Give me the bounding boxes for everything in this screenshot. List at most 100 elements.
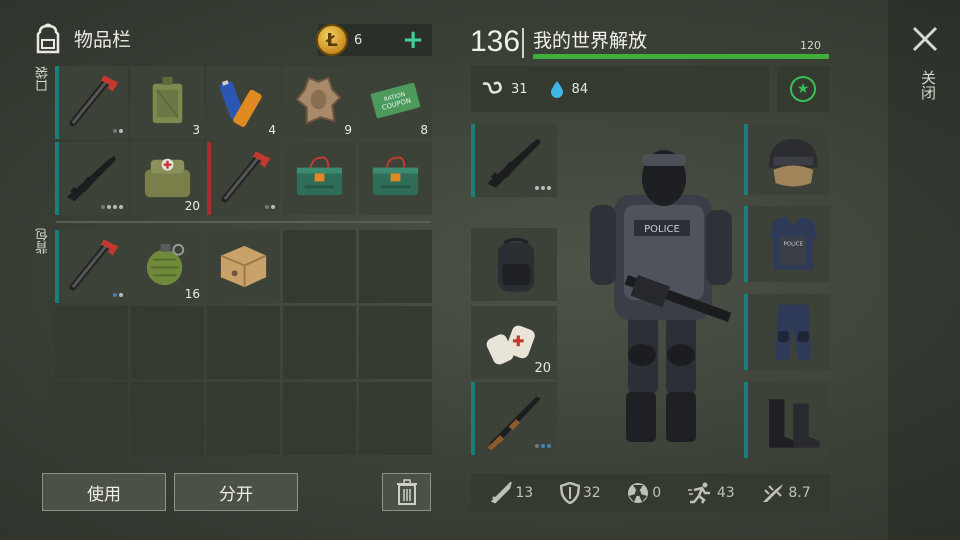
slot-marker [207,142,211,215]
slot-marker [471,382,475,455]
inventory-slot-empty[interactable] [359,230,432,303]
svg-text:POLICE: POLICE [783,241,803,247]
coin-balance: Ł 6 + [316,24,432,56]
durability-dots [535,444,551,448]
item-quantity: 20 [534,361,551,376]
inventory-slot-green-case[interactable] [359,142,432,215]
item-quantity: 16 [184,287,200,301]
stealth-icon [763,484,784,502]
coin-icon: Ł [316,24,348,56]
trash-button[interactable] [382,473,431,511]
favorite-button[interactable]: ★ [777,66,829,112]
inventory-slot-empty[interactable] [283,382,356,455]
item-quantity: 20 [184,199,200,213]
attack-value: 13 [515,485,534,501]
shotgun-icon [487,396,541,450]
backpack-icon [36,23,60,54]
green-case-icon [296,156,343,196]
level-separator [522,28,524,58]
slot-marker [55,66,59,139]
character-model: POLICE [590,150,732,442]
water-drop-icon [550,81,563,98]
sword-icon [491,482,513,504]
inventory-slot-empty[interactable] [131,306,204,379]
inventory-slot-rifle[interactable] [55,142,128,215]
slot-marker [471,124,475,197]
inventory-slot-empty[interactable] [207,306,280,379]
add-coins-button[interactable]: + [402,27,424,53]
durability-dots [535,186,551,190]
star-icon: ★ [790,76,816,102]
hunger-value: 31 [511,81,528,97]
close-label[interactable]: 关闭 [918,70,939,100]
inventory-slot-empty[interactable] [207,382,280,455]
inventory-slot-empty[interactable] [55,306,128,379]
inventory-slot-empty[interactable] [55,382,128,455]
radiation-stat: 0 [627,482,661,504]
crowbar-icon [69,75,119,127]
crowbar-icon [221,151,271,203]
player-name: 我的世界解放 [533,30,648,52]
weapon-slot-rifle[interactable] [471,124,557,197]
attack-stat: 13 [490,482,533,504]
running-icon [687,482,710,504]
inventory-slot-animal-hide[interactable]: 9 [283,66,356,139]
grenade-icon [146,243,185,286]
defense-stat: 32 [559,482,601,504]
fuel-can-icon [152,76,183,124]
cardboard-box-icon [220,245,267,288]
inventory-slot-ration-coupon[interactable]: RATION COUPON 8 [359,66,432,139]
svg-text:POLICE: POLICE [644,224,680,235]
slot-marker [55,230,59,303]
backpack-label: 背包 [36,228,51,254]
stealth-value: 8.7 [788,485,811,501]
defense-value: 32 [582,485,601,501]
durability-dots [113,293,123,297]
inventory-slot-empty[interactable] [283,306,356,379]
stealth-stat: 8.7 [761,482,811,504]
animal-hide-icon [295,76,342,125]
coin-count: 6 [354,32,363,48]
player-level: 136 [470,25,521,58]
item-quantity: 8 [420,123,428,137]
green-case-icon [372,156,419,196]
inventory-slot-grenade[interactable]: 16 [131,230,204,303]
ration-coupon-icon: RATIONCOUPON [370,82,421,119]
inventory-header: 物品栏 [30,18,131,58]
inventory-slot-empty[interactable] [283,230,356,303]
rifle-icon [487,138,541,188]
batteries-icon [219,80,262,127]
shield-icon [559,482,580,504]
inventory-slot-crowbar[interactable] [55,66,128,139]
inventory-slot-cardboard-box[interactable] [207,230,280,303]
weapon-slot-bandages[interactable]: 20 [471,306,557,379]
inventory-slot-empty[interactable] [131,382,204,455]
xp-value: 120 [800,39,821,52]
inventory-slot-empty[interactable] [359,306,432,379]
section-divider [56,221,431,223]
inventory-slot-fuel-can[interactable]: 3 [131,66,204,139]
split-button[interactable]: 分开 [174,473,298,511]
weapon-slot-backpack[interactable] [471,228,557,301]
stomach-icon [482,81,502,94]
item-quantity: 9 [344,123,352,137]
inventory-slot-green-case[interactable] [283,142,356,215]
inventory-slot-crowbar[interactable] [207,142,280,215]
item-quantity: 3 [192,123,200,137]
inventory-slot-medkit-bag[interactable]: 20 [131,142,204,215]
radiation-value: 0 [652,485,662,501]
slot-marker [55,142,59,215]
crowbar-icon [69,239,119,291]
inventory-title: 物品栏 [74,28,132,51]
use-button[interactable]: 使用 [42,473,166,511]
weapon-slot-shotgun[interactable] [471,382,557,455]
speed-value: 43 [716,485,735,501]
medkit-bag-icon [144,158,191,198]
xp-bar-fill [533,54,829,59]
inventory-slot-batteries[interactable]: 4 [207,66,280,139]
inventory-slot-crowbar[interactable] [55,230,128,303]
rifle-icon [66,155,117,202]
thirst-value: 84 [571,81,589,97]
close-button[interactable] [912,26,938,56]
inventory-slot-empty[interactable] [359,382,432,455]
